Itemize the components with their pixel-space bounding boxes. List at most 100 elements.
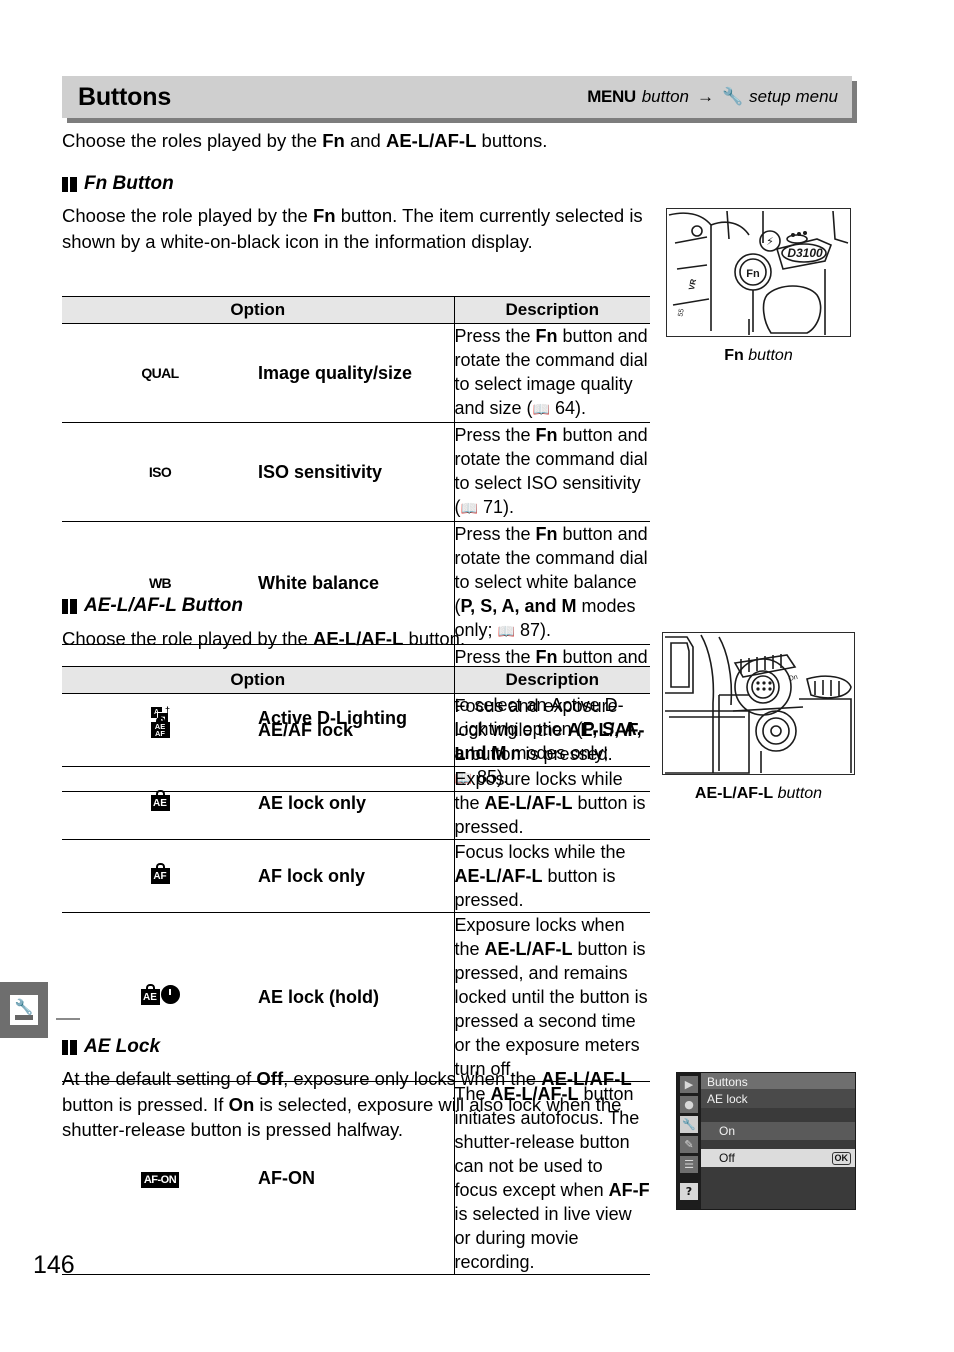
- recent-settings-icon[interactable]: ☰: [680, 1156, 698, 1173]
- aelock-text-3: button is pressed. If: [62, 1093, 229, 1115]
- option-icon-cell: AE AF: [62, 693, 258, 767]
- lock-glyph: AE: [140, 984, 160, 1005]
- lock-body: AE: [150, 795, 170, 811]
- breadcrumb-target: setup menu: [749, 87, 838, 106]
- af-on-icon: AF-ON: [140, 1172, 180, 1188]
- retouch-menu-icon[interactable]: ✎: [680, 1136, 698, 1153]
- page-title: Buttons: [78, 82, 172, 111]
- option-name: AF lock only: [258, 839, 455, 913]
- ael-paragraph-text-1: Choose the role played by the: [62, 628, 313, 649]
- ael-button-figure: On AE-L/AF-L button: [662, 632, 855, 803]
- setup-menu-edge-tab: 🔧: [0, 982, 48, 1038]
- help-icon[interactable]: ?: [680, 1183, 698, 1200]
- option-icon-cell: ISO: [62, 422, 258, 522]
- column-header-option: Option: [62, 666, 455, 694]
- fn-button-figure: D3100 Fn VR 55 ⚡ Fn button: [666, 208, 851, 365]
- fn-button-photo: D3100 Fn VR 55 ⚡: [666, 208, 851, 337]
- playback-icon[interactable]: ▶: [680, 1076, 698, 1093]
- fn-button-caption: Fn button: [666, 347, 851, 365]
- book-reference-icon: 📖: [460, 501, 478, 517]
- breadcrumb-arrow-icon: →: [696, 87, 714, 106]
- lcd-option-label: Off: [719, 1151, 735, 1165]
- option-icon-cell: AF: [62, 839, 258, 913]
- caption-bold: AE-L/AF-L: [694, 785, 774, 802]
- ae-lock-hold-icon: AE: [140, 984, 180, 1005]
- lcd-menu-subtitle: AE lock: [701, 1089, 855, 1108]
- intro-paragraph: Choose the roles played by the Fn and AE…: [62, 128, 662, 153]
- aelock-text-2: , exposure only locks when the: [283, 1068, 542, 1089]
- page-number: 146: [33, 1251, 75, 1279]
- ae-af-lock-icon: AE AF: [150, 717, 170, 738]
- iso-sensitivity-icon: ISO: [148, 464, 172, 480]
- table-row: AF AF lock only Focus locks while the AE…: [62, 839, 650, 913]
- desc-ael-label: AE-L/AF-L: [484, 793, 573, 813]
- lcd-option-on[interactable]: On: [701, 1122, 855, 1140]
- section-header: Buttons MENU button → 🔧 setup menu: [62, 76, 857, 123]
- desc-fn-label: Fn: [535, 524, 558, 544]
- aelock-ael-label: AE-L/AF-L: [541, 1068, 632, 1089]
- caption-bold: Fn: [724, 347, 744, 364]
- section-marker-icon: [62, 176, 77, 192]
- section-marker-icon: [62, 598, 77, 614]
- af-lock-icon: AF: [150, 863, 170, 884]
- desc-text-2: button is pressed.: [465, 744, 613, 764]
- ael-paragraph-text-2: button.: [403, 628, 466, 649]
- aelock-off-label: Off: [256, 1068, 284, 1089]
- fn-paragraph-fn-label: Fn: [312, 205, 336, 226]
- desc-ael-label: AE-L/AF-L: [454, 866, 543, 886]
- table-row: ISO ISO sensitivity Press the Fn button …: [62, 422, 650, 522]
- ael-button-caption: AE-L/AF-L button: [662, 785, 855, 803]
- svg-text:VR: VR: [687, 278, 698, 291]
- desc-aff-label: AF-F: [608, 1180, 650, 1200]
- lcd-footer-area: [701, 1167, 855, 1209]
- intro-text-2: and: [344, 130, 386, 151]
- shooting-menu-icon[interactable]: ●: [680, 1096, 698, 1113]
- ael-button-photo: On: [662, 632, 855, 775]
- desc-text-1: Press the: [454, 326, 536, 346]
- breadcrumb: MENU button → 🔧 setup menu: [587, 87, 838, 107]
- desc-text-3: ).: [502, 497, 514, 517]
- option-description: Press the Fn button and rotate the comma…: [454, 323, 650, 423]
- edge-tab-bar: [15, 1015, 33, 1020]
- fn-camera-line-art: D3100 Fn VR 55 ⚡: [668, 210, 849, 335]
- ae-lock-paragraph: At the default setting of Off, exposure …: [62, 1066, 652, 1143]
- intro-ael-label: AE-L/AF-L: [385, 130, 477, 151]
- lcd-option-label: On: [719, 1124, 736, 1138]
- lock-label-bottom: AF: [155, 729, 165, 738]
- white-balance-icon: WB: [148, 575, 172, 591]
- section-heading-ae-lock: AE Lock: [62, 1036, 160, 1058]
- lcd-ok-badge: OK: [831, 1151, 851, 1165]
- image-quality-icon: QUAL: [141, 365, 179, 381]
- lcd-menu-title: Buttons: [701, 1073, 855, 1089]
- setup-menu-wrench-icon: 🔧: [721, 87, 744, 107]
- table-row: AE AF AE/AF lock Focus and exposure lock…: [62, 693, 650, 767]
- desc-text-3: ).: [575, 398, 587, 418]
- desc-text-1: Press the: [454, 524, 536, 544]
- svg-text:⚡: ⚡: [766, 235, 774, 248]
- svg-text:D3100: D3100: [787, 246, 823, 260]
- intro-text-1: Choose the roles played by the: [62, 130, 323, 151]
- column-header-description: Description: [454, 296, 650, 324]
- ael-camera-line-art: On: [665, 634, 852, 774]
- header-bar: Buttons MENU button → 🔧 setup menu: [62, 76, 852, 118]
- desc-text-1: Press the: [454, 425, 536, 445]
- lock-body: AF: [150, 868, 170, 884]
- intro-text-3: buttons.: [476, 130, 548, 151]
- svg-text:On: On: [788, 674, 799, 683]
- ael-options-table: Option Description AE AF AE/AF lock Focu…: [62, 666, 650, 1275]
- lcd-sidebar: ▶ ● 🔧 ✎ ☰ ?: [677, 1073, 701, 1209]
- fn-paragraph-text-1: Choose the role played by the: [62, 205, 313, 226]
- edge-tab-icon-box: 🔧: [10, 995, 38, 1025]
- ae-lock-icon: AE: [150, 790, 170, 811]
- book-reference-icon: 📖: [532, 402, 550, 418]
- setup-menu-icon[interactable]: 🔧: [680, 1116, 698, 1133]
- lcd-option-off[interactable]: Off OK: [701, 1149, 855, 1167]
- svg-text:55: 55: [677, 308, 685, 317]
- page-reference: 71: [482, 497, 503, 517]
- table-row: AE AE lock only Exposure locks while the…: [62, 766, 650, 840]
- camera-lcd-menu-screenshot: ▶ ● 🔧 ✎ ☰ ? Buttons AE lock On Off OK: [676, 1072, 856, 1210]
- aelock-text-1: At the default setting of: [62, 1068, 257, 1089]
- option-description: Press the Fn button and rotate the comma…: [454, 422, 650, 522]
- section-heading-label: AE-L/AF-L Button: [84, 595, 243, 616]
- desc-text-1: Focus locks while the: [454, 842, 626, 862]
